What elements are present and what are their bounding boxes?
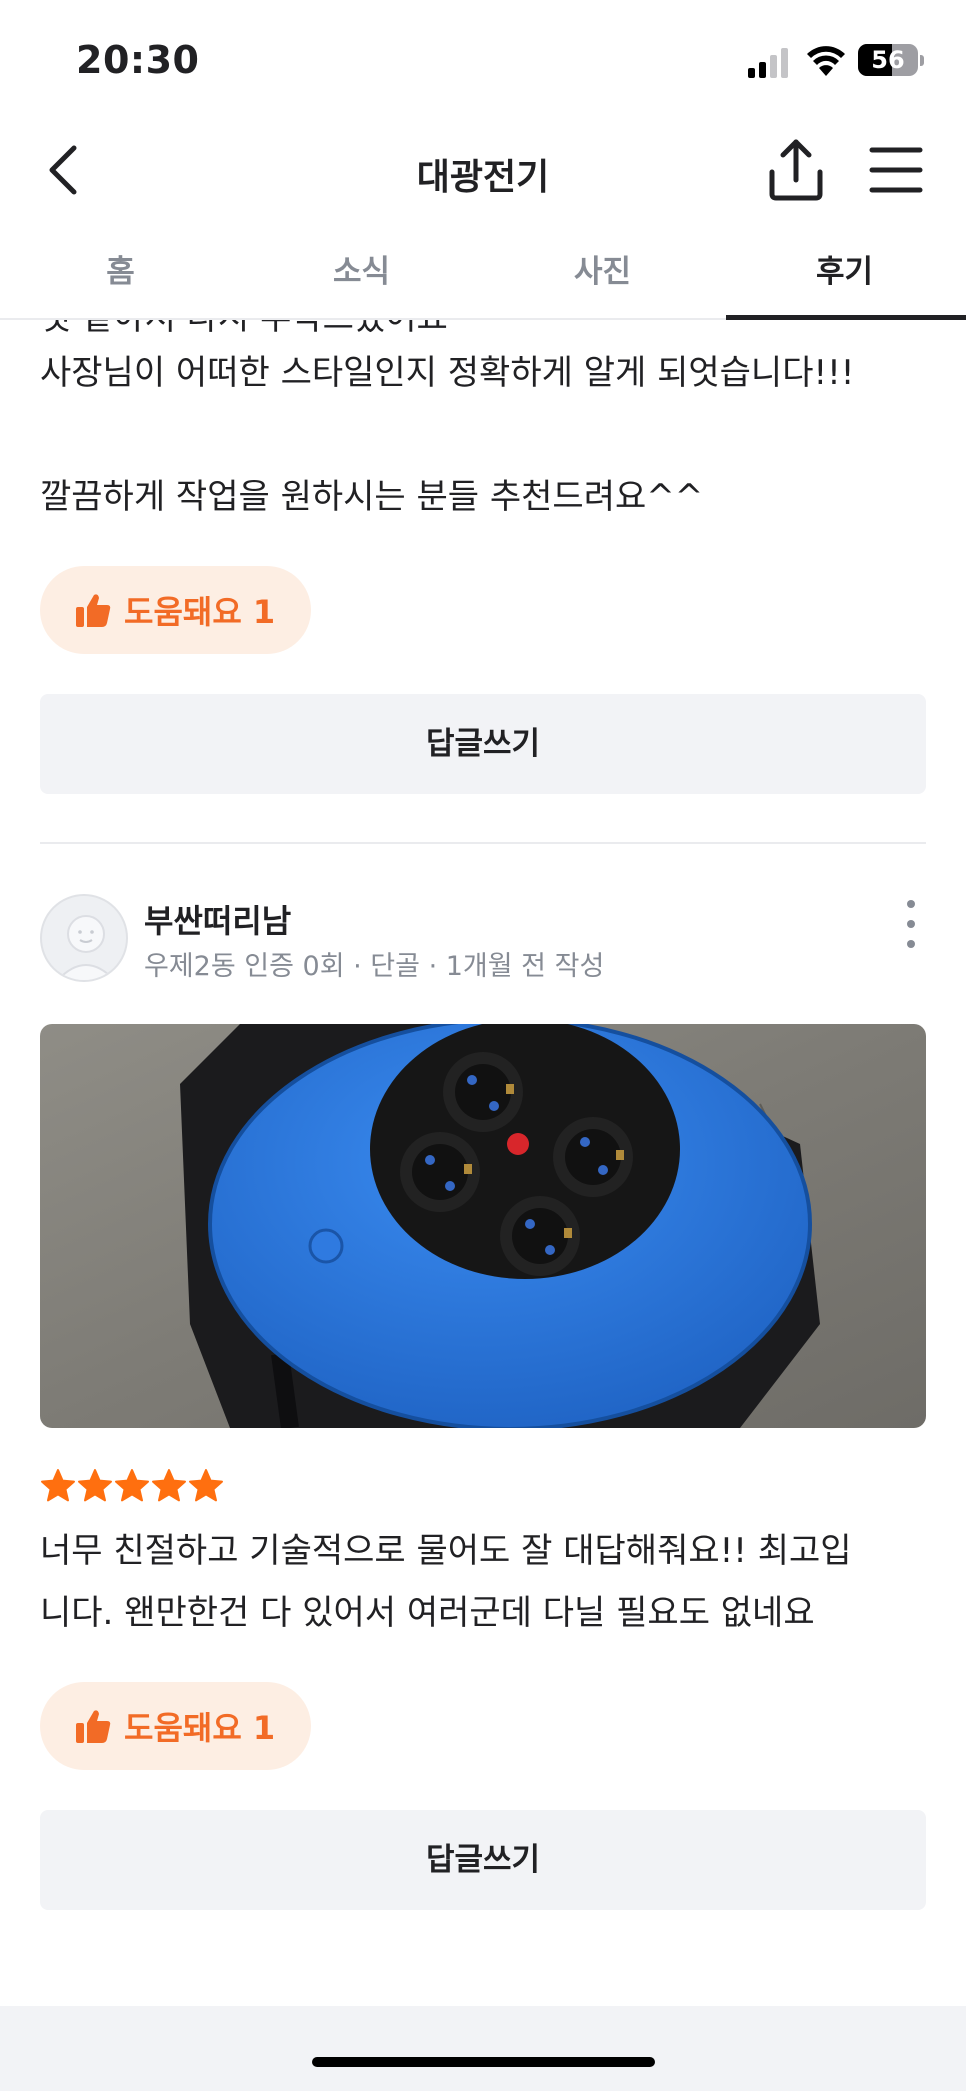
author-name[interactable]: 부싼떠리남	[144, 896, 291, 942]
reply-button[interactable]: 답글쓰기	[40, 1810, 926, 1910]
thumbs-up-icon	[76, 1710, 111, 1743]
share-icon[interactable]	[764, 136, 828, 204]
star-icon	[115, 1469, 149, 1502]
review-text-line: 니다. 왠만한건 다 있어서 여러군데 다닐 필요도 없네요	[40, 1593, 815, 1633]
battery-icon: 56	[858, 44, 918, 76]
cable-reel-photo	[40, 1024, 926, 1428]
status-bar: 20:30 56	[0, 0, 966, 120]
default-profile-icon	[56, 915, 116, 980]
star-icon	[152, 1469, 186, 1502]
star-icon	[41, 1469, 75, 1502]
star-icon	[189, 1469, 223, 1502]
tab-home[interactable]: 홈	[0, 240, 241, 320]
star-icon	[78, 1469, 112, 1502]
battery-cap	[920, 55, 924, 66]
tab-reviews[interactable]: 후기	[724, 240, 965, 320]
helpful-button[interactable]: 도움돼요 1	[40, 566, 312, 654]
status-time: 20:30	[76, 38, 200, 82]
hamburger-menu-icon[interactable]	[868, 142, 924, 198]
helpful-label: 도움돼요 1	[124, 1709, 276, 1747]
helpful-label: 도움돼요 1	[124, 593, 276, 631]
review-text-line: 사장님이 어떠한 스타일인지 정확하게 알게 되엇습니다!!!	[40, 353, 855, 393]
home-indicator[interactable]	[312, 2057, 655, 2067]
reply-button[interactable]: 답글쓰기	[40, 694, 926, 794]
thumbs-up-icon	[76, 594, 111, 627]
tab-news[interactable]: 소식	[241, 240, 482, 320]
wifi-icon	[807, 46, 845, 76]
review-photo[interactable]	[40, 1024, 926, 1428]
active-tab-indicator	[726, 315, 966, 320]
cellular-signal-icon	[748, 48, 788, 78]
rating-stars	[40, 1468, 224, 1504]
tab-photos[interactable]: 사진	[482, 240, 723, 320]
review-text-line: 너무 친절하고 기술적으로 물어도 잘 대답해줘요!! 최고입	[40, 1531, 852, 1571]
review-divider	[40, 842, 926, 844]
battery-percentage: 56	[871, 46, 905, 74]
avatar[interactable]	[40, 894, 128, 982]
more-options-icon[interactable]	[886, 894, 936, 954]
helpful-button[interactable]: 도움돼요 1	[40, 1682, 312, 1770]
author-meta: 우제2동 인증 0회 · 단골 · 1개월 전 작성	[144, 951, 605, 982]
top-navigation: 대광전기	[0, 120, 966, 220]
tab-bar: 홈 소식 사진 후기	[0, 240, 966, 320]
review-text-line: 깔끔하게 작업을 원하시는 분들 추천드려요^^	[40, 477, 704, 517]
bottom-safe-area	[0, 2006, 966, 2091]
